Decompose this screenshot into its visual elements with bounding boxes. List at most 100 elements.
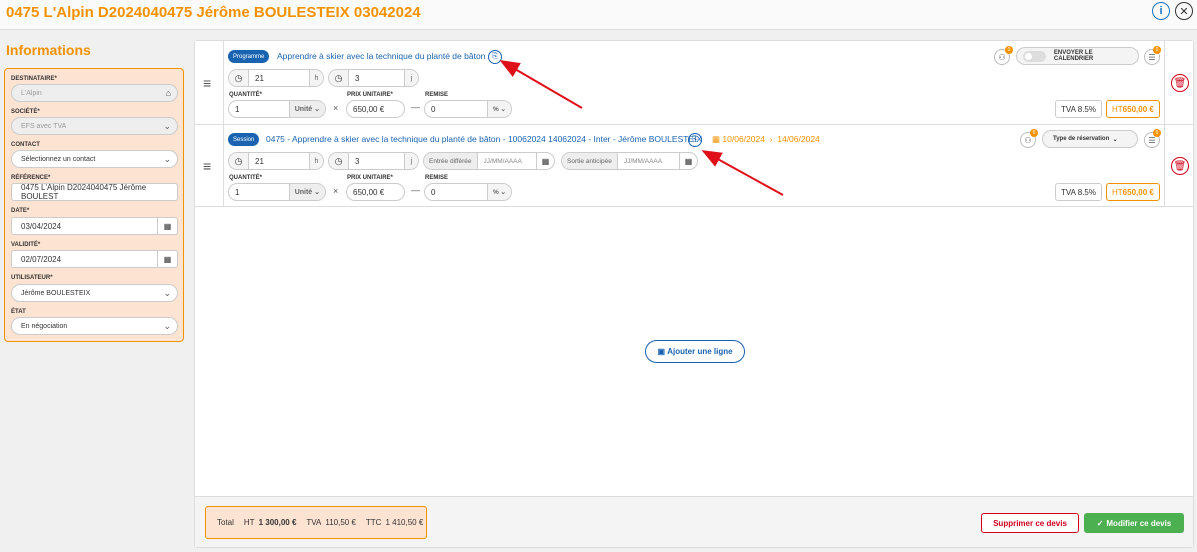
days-unit: j — [404, 153, 418, 169]
remise-unit-select[interactable]: % ⌄ — [486, 101, 511, 117]
contact-select[interactable]: Sélectionnez un contact ⌄ — [11, 150, 178, 168]
drag-handle-icon[interactable]: ≡ — [203, 75, 211, 91]
minus-sign: — — [411, 185, 420, 195]
remise-unit-value: % — [492, 188, 499, 196]
remise-unit-value: % — [492, 105, 499, 113]
hours-unit: h — [309, 70, 323, 86]
remise-unit-select[interactable]: % ⌄ — [486, 184, 511, 200]
days-field[interactable]: ◷ 3 j — [328, 152, 419, 170]
info-icon[interactable]: i — [1152, 2, 1170, 20]
minus-sign: — — [411, 102, 420, 112]
unit-value: Unité — [294, 105, 313, 113]
check-icon: ✓ — [1096, 518, 1104, 528]
document-icon[interactable]: ⎘ — [488, 50, 502, 64]
prix-field[interactable]: 650,00 € — [346, 183, 405, 201]
reservation-type-select[interactable]: Type de réservation ⌄ — [1042, 130, 1138, 148]
hours-field[interactable]: ◷ 21 h — [228, 69, 324, 87]
tva-total: 110,50 € — [325, 518, 356, 527]
date-input[interactable]: 03/04/2024 ▦ — [11, 217, 178, 235]
trash-icon[interactable]: 🗑 — [1171, 74, 1189, 92]
list-count: 0 — [1153, 46, 1161, 54]
ht-tag: HT 650,00 € — [1106, 183, 1160, 201]
validite-input[interactable]: 02/07/2024 ▦ — [11, 250, 178, 268]
drag-handle-icon[interactable]: ≡ — [203, 158, 211, 174]
remise-label: REMISE — [425, 92, 449, 98]
quote-lines-panel: ≡ Programme Apprendre à skier avec la te… — [194, 40, 1194, 548]
societe-label: SOCIÉTÉ* — [11, 109, 40, 115]
send-calendar-toggle[interactable]: ENVOYER LE CALENDRIER — [1016, 47, 1139, 65]
tva-tag: TVA 8.5% — [1055, 100, 1102, 118]
quantite-label: QUANTITÉ* — [229, 92, 262, 98]
contact-label: CONTACT — [11, 142, 40, 148]
save-quote-button[interactable]: ✓ Modifier ce devis — [1084, 513, 1184, 533]
list-count: 0 — [1153, 129, 1161, 137]
days-value: 3 — [355, 73, 360, 83]
etat-select[interactable]: En négociation ⌄ — [11, 317, 178, 335]
delete-quote-button[interactable]: Supprimer ce devis — [981, 513, 1079, 533]
remise-label: REMISE — [425, 175, 449, 181]
totals-summary: Total HT 1 300,00 € TVA 110,50 € TTC 1 4… — [205, 506, 427, 539]
days-field[interactable]: ◷ 3 j — [328, 69, 419, 87]
utilisateur-label: UTILISATEUR* — [11, 275, 53, 281]
remise-value: 0 — [431, 187, 436, 197]
add-line-label: Ajouter une ligne — [667, 347, 733, 356]
reference-input[interactable]: 0475 L'Alpin D2024040475 Jérôme BOULEST — [11, 183, 178, 201]
participants-count: 0 — [1030, 129, 1038, 137]
calendar-icon[interactable]: ▦ — [679, 153, 697, 169]
validite-value: 02/07/2024 — [21, 254, 62, 264]
informations-panel: DESTINATAIRE* L'Alpin ⌂ SOCIÉTÉ* EFS ave… — [4, 68, 184, 342]
prix-label: PRIX UNITAIRE* — [347, 92, 393, 98]
remise-field[interactable]: 0 % ⌄ — [424, 100, 512, 118]
session-dates: ▦ 10/06/2024 › 14/06/2024 — [712, 134, 820, 144]
unit-value: Unité — [294, 188, 313, 196]
entree-differee-field[interactable]: Entrée différée JJ/MM/AAAA ▦ — [423, 152, 555, 170]
programme-title-link[interactable]: Apprendre à skier avec la technique du p… — [277, 51, 485, 61]
sortie-anticipee-field[interactable]: Sortie anticipée JJ/MM/AAAA ▦ — [561, 152, 698, 170]
hours-unit: h — [309, 153, 323, 169]
participants-count: 0 — [1005, 46, 1013, 54]
quote-line-programme: ≡ Programme Apprendre à skier avec la te… — [195, 41, 1193, 125]
clock-icon: ◷ — [229, 70, 249, 86]
destinataire-field: L'Alpin ⌂ — [11, 84, 178, 102]
unit-select[interactable]: Unité ⌄ — [288, 184, 325, 200]
date-end: 14/06/2024 — [777, 134, 820, 144]
unit-select[interactable]: Unité ⌄ — [288, 101, 325, 117]
session-title-link[interactable]: 0475 - Apprendre à skier avec la techniq… — [266, 134, 702, 144]
clock-icon: ◷ — [229, 153, 249, 169]
reference-value: 0475 L'Alpin D2024040475 Jérôme BOULEST — [21, 183, 147, 201]
toggle-switch[interactable] — [1023, 50, 1046, 62]
quote-line-body: Programme Apprendre à skier avec la tech… — [223, 41, 1165, 124]
calendar-icon[interactable]: ▦ — [157, 251, 177, 267]
add-line-button[interactable]: ▣ Ajouter une ligne — [645, 340, 745, 363]
quote-line-session: ≡ Session 0475 - Apprendre à skier avec … — [195, 125, 1193, 207]
reservation-type-label: Type de réservation — [1053, 136, 1110, 142]
prix-field[interactable]: 650,00 € — [346, 100, 405, 118]
hours-field[interactable]: ◷ 21 h — [228, 152, 324, 170]
quantite-field[interactable]: 1 Unité ⌄ — [228, 100, 326, 118]
utilisateur-value: Jérôme BOULESTEIX — [21, 289, 91, 297]
ht-prefix: HT — [1112, 187, 1123, 197]
document-icon[interactable]: ⎘ — [688, 133, 702, 147]
quantite-value: 1 — [235, 104, 240, 114]
quantite-field[interactable]: 1 Unité ⌄ — [228, 183, 326, 201]
entree-label: Entrée différée — [424, 153, 478, 169]
ttc-label: TTC — [365, 518, 382, 527]
close-icon[interactable]: ✕ — [1175, 2, 1193, 20]
date-label: DATE* — [11, 208, 30, 214]
contact-value: Sélectionnez un contact — [21, 155, 96, 163]
footer-bar: Total HT 1 300,00 € TVA 110,50 € TTC 1 4… — [195, 496, 1193, 547]
multiply-sign: × — [333, 103, 339, 113]
utilisateur-select[interactable]: Jérôme BOULESTEIX ⌄ — [11, 284, 178, 302]
ht-prefix: HT — [1112, 104, 1123, 114]
calendar-icon[interactable]: ▦ — [157, 218, 177, 234]
calendar-icon[interactable]: ▦ — [536, 153, 554, 169]
entree-placeholder: JJ/MM/AAAA — [483, 157, 522, 165]
sortie-label: Sortie anticipée — [562, 153, 618, 169]
hours-value: 21 — [255, 73, 264, 83]
etat-label: ÉTAT — [11, 309, 26, 315]
chevron-down-icon: ⌄ — [163, 153, 171, 164]
remise-field[interactable]: 0 % ⌄ — [424, 183, 512, 201]
trash-icon[interactable]: 🗑 — [1171, 157, 1189, 175]
sortie-placeholder: JJ/MM/AAAA — [623, 157, 663, 165]
chevron-down-icon: ⌄ — [163, 320, 171, 331]
